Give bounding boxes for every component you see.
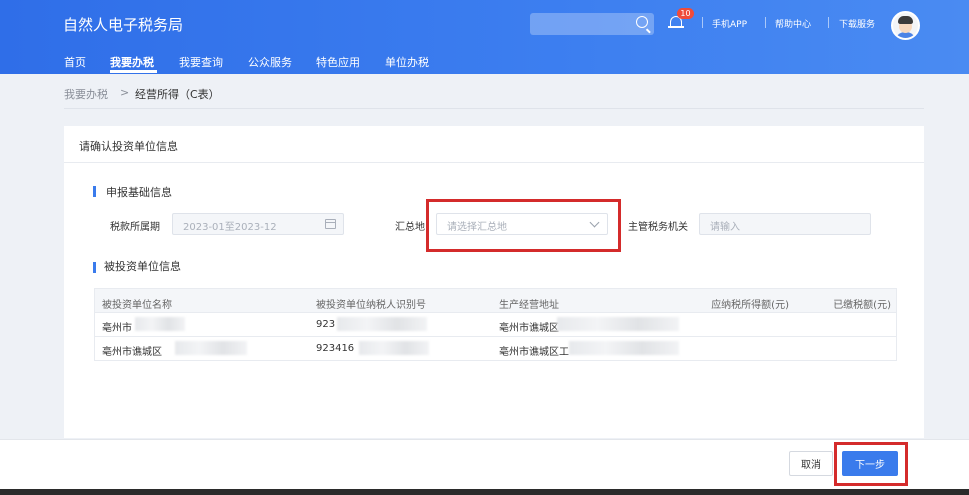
redaction-mask bbox=[359, 341, 429, 355]
col-tax-paid: 已缴税额(元) bbox=[833, 300, 891, 311]
period-label: 税款所属期 bbox=[110, 222, 160, 233]
search-icon[interactable] bbox=[636, 16, 648, 28]
tax-authority-field: 请输入 bbox=[699, 213, 871, 235]
nav-active-indicator bbox=[110, 70, 157, 73]
top-header: 自然人电子税务局 10 手机APP 帮助中心 下载服务 首页 我要办税 我要查询… bbox=[0, 0, 969, 74]
card-title: 请确认投资单位信息 bbox=[79, 140, 178, 153]
nav-special-apps[interactable]: 特色应用 bbox=[316, 54, 360, 70]
search-input[interactable] bbox=[530, 13, 654, 35]
bottom-strip bbox=[0, 489, 969, 495]
col-name: 被投资单位名称 bbox=[102, 300, 172, 311]
redaction-mask bbox=[557, 317, 679, 331]
site-brand[interactable]: 自然人电子税务局 bbox=[63, 14, 183, 35]
confirm-card: 请确认投资单位信息 bbox=[64, 126, 924, 438]
nav-tax-handling[interactable]: 我要办税 bbox=[110, 54, 154, 70]
nav-unit-tax[interactable]: 单位办税 bbox=[385, 54, 429, 70]
breadcrumb-current: 经营所得（C表） bbox=[135, 88, 220, 101]
tax-authority-label: 主管税务机关 bbox=[628, 222, 688, 233]
table-row[interactable]: 亳州市谯城区 923416 亳州市谯城区工 bbox=[94, 337, 897, 361]
tax-authority-placeholder: 请输入 bbox=[710, 222, 740, 233]
period-value: 2023-01至2023-12 bbox=[183, 222, 277, 233]
col-address: 生产经营地址 bbox=[499, 300, 559, 311]
basic-info-title: 申报基础信息 bbox=[106, 186, 172, 199]
table-row[interactable]: 亳州市 923 亳州市谯城区 bbox=[94, 313, 897, 337]
table-header: 被投资单位名称 被投资单位纳税人识别号 生产经营地址 应纳税所得额(元) 已缴税… bbox=[94, 288, 897, 313]
next-step-highlight bbox=[834, 442, 908, 486]
header-divider bbox=[765, 17, 766, 28]
unit-name: 亳州市谯城区 bbox=[102, 347, 162, 358]
cancel-button[interactable]: 取消 bbox=[789, 451, 833, 476]
header-divider bbox=[828, 17, 829, 28]
unit-address: 亳州市谯城区工 bbox=[499, 347, 569, 358]
section-marker bbox=[93, 262, 96, 273]
redaction-mask bbox=[175, 341, 247, 355]
redaction-mask bbox=[135, 317, 185, 331]
redaction-mask bbox=[337, 317, 427, 331]
summary-place-label: 汇总地 bbox=[395, 222, 425, 233]
summary-place-highlight bbox=[426, 199, 621, 252]
invested-info-title: 被投资单位信息 bbox=[104, 260, 181, 273]
nav-query[interactable]: 我要查询 bbox=[179, 54, 223, 70]
nav-home[interactable]: 首页 bbox=[64, 54, 86, 70]
section-marker bbox=[93, 186, 96, 197]
col-taxable-income: 应纳税所得额(元) bbox=[711, 300, 789, 311]
help-center-link[interactable]: 帮助中心 bbox=[775, 17, 811, 30]
unit-name: 亳州市 bbox=[102, 323, 132, 334]
mobile-app-link[interactable]: 手机APP bbox=[712, 17, 747, 30]
nav-public-service[interactable]: 公众服务 bbox=[248, 54, 292, 70]
download-service-link[interactable]: 下载服务 bbox=[839, 17, 875, 30]
notification-badge: 10 bbox=[677, 8, 694, 19]
unit-tax-id: 923 bbox=[316, 319, 336, 330]
breadcrumb-divider bbox=[64, 108, 924, 109]
period-field: 2023-01至2023-12 bbox=[172, 213, 344, 235]
calendar-icon bbox=[325, 219, 336, 229]
unit-address: 亳州市谯城区 bbox=[499, 323, 559, 334]
breadcrumb-separator: > bbox=[120, 86, 130, 99]
header-divider bbox=[702, 17, 703, 28]
col-tax-id: 被投资单位纳税人识别号 bbox=[316, 300, 426, 311]
unit-tax-id: 923416 bbox=[316, 343, 355, 354]
redaction-mask bbox=[569, 341, 679, 355]
user-avatar[interactable] bbox=[891, 11, 920, 40]
card-divider bbox=[64, 162, 924, 163]
breadcrumb-root[interactable]: 我要办税 bbox=[64, 86, 108, 102]
